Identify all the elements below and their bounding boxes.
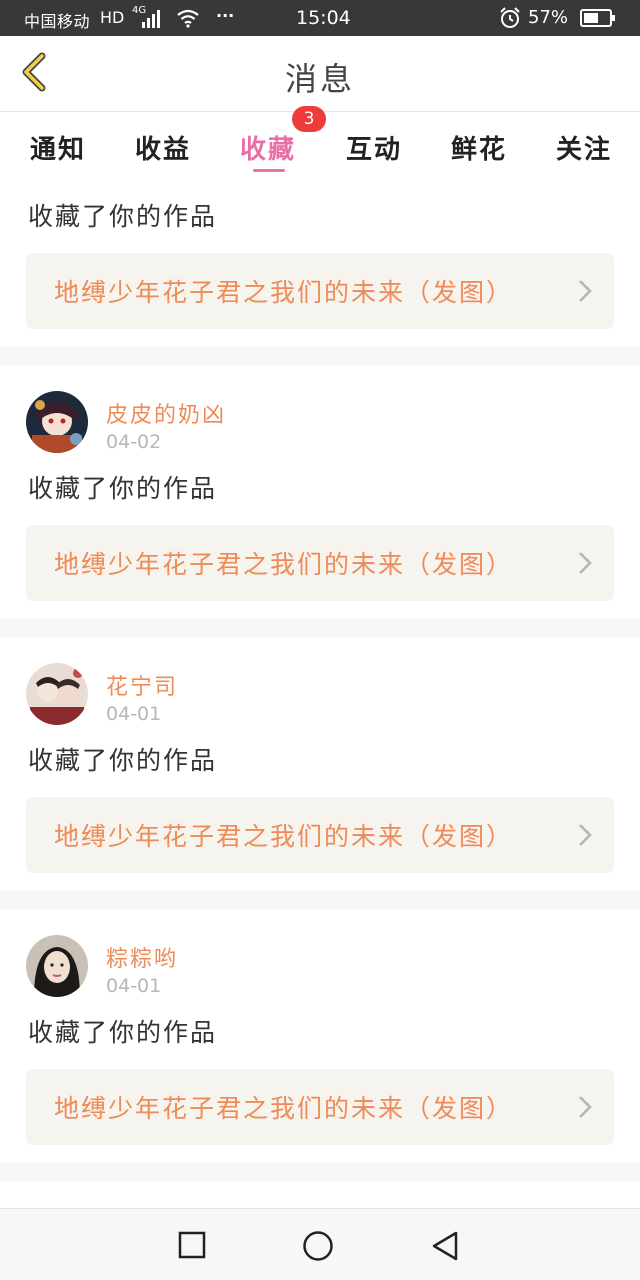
action-text: 收藏了你的作品	[28, 746, 218, 775]
timestamp: 04-01	[106, 703, 162, 725]
work-title: 地缚少年花子君之我们的未来（发图）	[54, 278, 514, 307]
avatar[interactable]	[26, 391, 88, 453]
divider	[0, 347, 640, 365]
alarm-icon	[500, 7, 520, 28]
list-item: 粽粽哟 04-01 收藏了你的作品 地缚少年花子君之我们的未来（发图）	[0, 909, 640, 1145]
action-text: 收藏了你的作品	[28, 1018, 218, 1047]
timestamp: 04-01	[106, 975, 162, 997]
page-title: 消息	[284, 60, 355, 98]
divider	[0, 891, 640, 909]
divider	[0, 1163, 640, 1181]
chevron-right-icon	[579, 1096, 592, 1118]
action-text: 收藏了你的作品	[28, 202, 218, 231]
recent-apps-square-icon[interactable]	[178, 1231, 206, 1259]
tab-flowers[interactable]: 鲜花	[439, 129, 519, 166]
tab-favorites[interactable]: 收藏	[228, 129, 308, 172]
tab-earnings[interactable]: 收益	[123, 129, 203, 166]
user-row: 花宁司 04-01	[0, 637, 640, 725]
chevron-right-icon	[579, 280, 592, 302]
divider	[0, 619, 640, 637]
work-link[interactable]: 地缚少年花子君之我们的未来（发图）	[26, 525, 614, 601]
clock-time: 15:04	[296, 7, 351, 29]
work-link[interactable]: 地缚少年花子君之我们的未来（发图）	[26, 1069, 614, 1145]
tab-notice[interactable]: 通知	[18, 129, 98, 166]
battery-percent: 57%	[528, 7, 569, 28]
avatar[interactable]	[26, 663, 88, 725]
more-dots-icon: ···	[216, 6, 235, 25]
message-feed: 收藏了你的作品 地缚少年花子君之我们的未来（发图） 皮皮的奶凶 04-02 收藏…	[0, 181, 640, 1181]
work-link[interactable]: 地缚少年花子君之我们的未来（发图）	[26, 797, 614, 873]
work-title: 地缚少年花子君之我们的未来（发图）	[54, 550, 514, 579]
work-title: 地缚少年花子君之我们的未来（发图）	[54, 1094, 514, 1123]
list-item: 皮皮的奶凶 04-02 收藏了你的作品 地缚少年花子君之我们的未来（发图）	[0, 365, 640, 601]
work-link[interactable]: 地缚少年花子君之我们的未来（发图）	[26, 253, 614, 329]
active-tab-indicator	[253, 169, 285, 172]
avatar[interactable]	[26, 935, 88, 997]
system-nav-bar	[0, 1208, 640, 1280]
work-title: 地缚少年花子君之我们的未来（发图）	[54, 822, 514, 851]
favorites-count-badge: 3	[292, 106, 326, 132]
tab-follow[interactable]: 关注	[544, 129, 624, 166]
username[interactable]: 花宁司	[106, 669, 178, 701]
back-triangle-icon[interactable]	[430, 1231, 460, 1261]
timestamp: 04-02	[106, 431, 162, 453]
user-row: 皮皮的奶凶 04-02	[0, 365, 640, 453]
hd-label: HD	[100, 8, 125, 27]
wifi-icon	[177, 9, 199, 28]
chevron-right-icon	[579, 824, 592, 846]
battery-icon	[580, 9, 615, 27]
app-root: 中国移动 HD 4G ··· 15:04 57% 消息 通知 收益 收藏 互动 …	[0, 0, 640, 1280]
list-item: 花宁司 04-01 收藏了你的作品 地缚少年花子君之我们的未来（发图）	[0, 637, 640, 873]
home-circle-icon[interactable]	[302, 1230, 334, 1262]
status-bar: 中国移动 HD 4G ··· 15:04 57%	[0, 0, 640, 36]
username[interactable]: 皮皮的奶凶	[106, 397, 226, 429]
list-item: 收藏了你的作品 地缚少年花子君之我们的未来（发图）	[0, 181, 640, 329]
tab-interaction[interactable]: 互动	[334, 129, 414, 166]
carrier-label: 中国移动	[24, 12, 91, 31]
signal-icon	[142, 10, 160, 28]
app-header: 消息	[0, 36, 640, 112]
user-row: 粽粽哟 04-01	[0, 909, 640, 997]
username[interactable]: 粽粽哟	[106, 941, 178, 973]
chevron-right-icon	[579, 552, 592, 574]
action-text: 收藏了你的作品	[28, 474, 218, 503]
tab-favorites-label: 收藏	[239, 135, 296, 165]
